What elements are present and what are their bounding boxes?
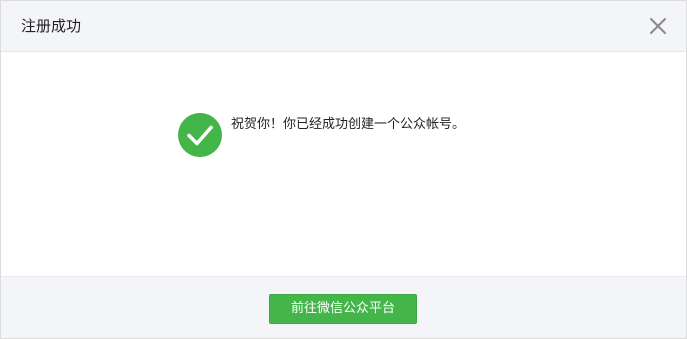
registration-success-dialog: 注册成功 祝贺你！你已经成功创建一个公众帐号。 前往微信公众平台 — [0, 0, 687, 339]
close-icon — [650, 18, 666, 34]
close-button[interactable] — [646, 14, 670, 38]
go-to-platform-button[interactable]: 前往微信公众平台 — [269, 294, 417, 324]
dialog-title: 注册成功 — [21, 17, 82, 35]
check-circle-icon — [178, 113, 222, 157]
dialog-body: 祝贺你！你已经成功创建一个公众帐号。 — [1, 52, 686, 276]
success-message: 祝贺你！你已经成功创建一个公众帐号。 — [231, 117, 466, 132]
dialog-footer: 前往微信公众平台 — [1, 276, 686, 338]
dialog-header: 注册成功 — [1, 1, 686, 52]
